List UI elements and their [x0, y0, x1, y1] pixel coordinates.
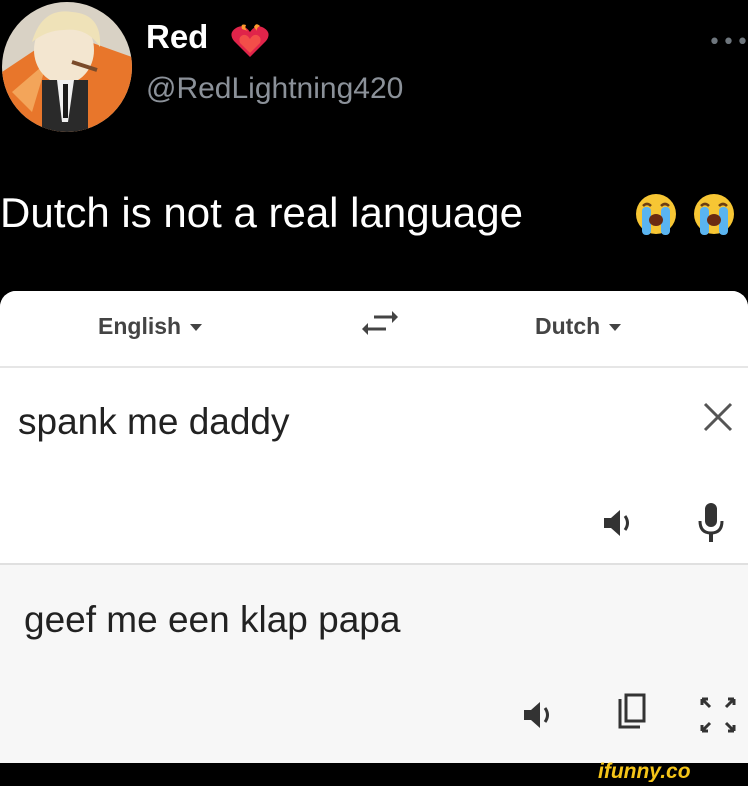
clear-x-icon[interactable] — [700, 399, 736, 435]
language-bar: English Dutch — [0, 291, 748, 368]
microphone-icon[interactable] — [696, 501, 726, 545]
swap-languages-icon[interactable] — [360, 305, 400, 341]
caret-down-icon — [609, 324, 622, 332]
translate-screenshot: English Dutch spank me daddy geef me een… — [0, 291, 748, 763]
loudly-crying-face-icon — [634, 192, 678, 236]
display-name[interactable]: Red — [146, 20, 208, 53]
speaker-icon[interactable] — [600, 505, 640, 541]
caret-down-icon — [190, 324, 203, 332]
target-language-label: Dutch — [535, 313, 601, 339]
translated-text: geef me een klap papa — [24, 599, 401, 640]
loudly-crying-face-icon — [692, 192, 736, 236]
copy-icon[interactable] — [612, 693, 652, 733]
target-language-selector[interactable]: Dutch — [535, 313, 622, 340]
burning-heart-icon — [230, 23, 270, 59]
source-text-input[interactable]: spank me daddy — [18, 401, 290, 443]
avatar[interactable] — [2, 2, 132, 132]
source-language-label: English — [98, 313, 182, 339]
tweet-text: Dutch is not a real language — [0, 189, 524, 236]
fullscreen-icon[interactable] — [696, 695, 740, 735]
ifunny-watermark-logo: ifunny.co — [598, 760, 740, 783]
user-handle[interactable]: @RedLightning420 — [146, 74, 403, 104]
svg-text:ifunny.co: ifunny.co — [598, 760, 691, 782]
source-language-selector[interactable]: English — [98, 313, 203, 340]
speaker-icon[interactable] — [520, 697, 560, 733]
more-dots-icon[interactable]: ••• — [708, 32, 748, 54]
result-pane: geef me een klap papa — [0, 565, 748, 763]
